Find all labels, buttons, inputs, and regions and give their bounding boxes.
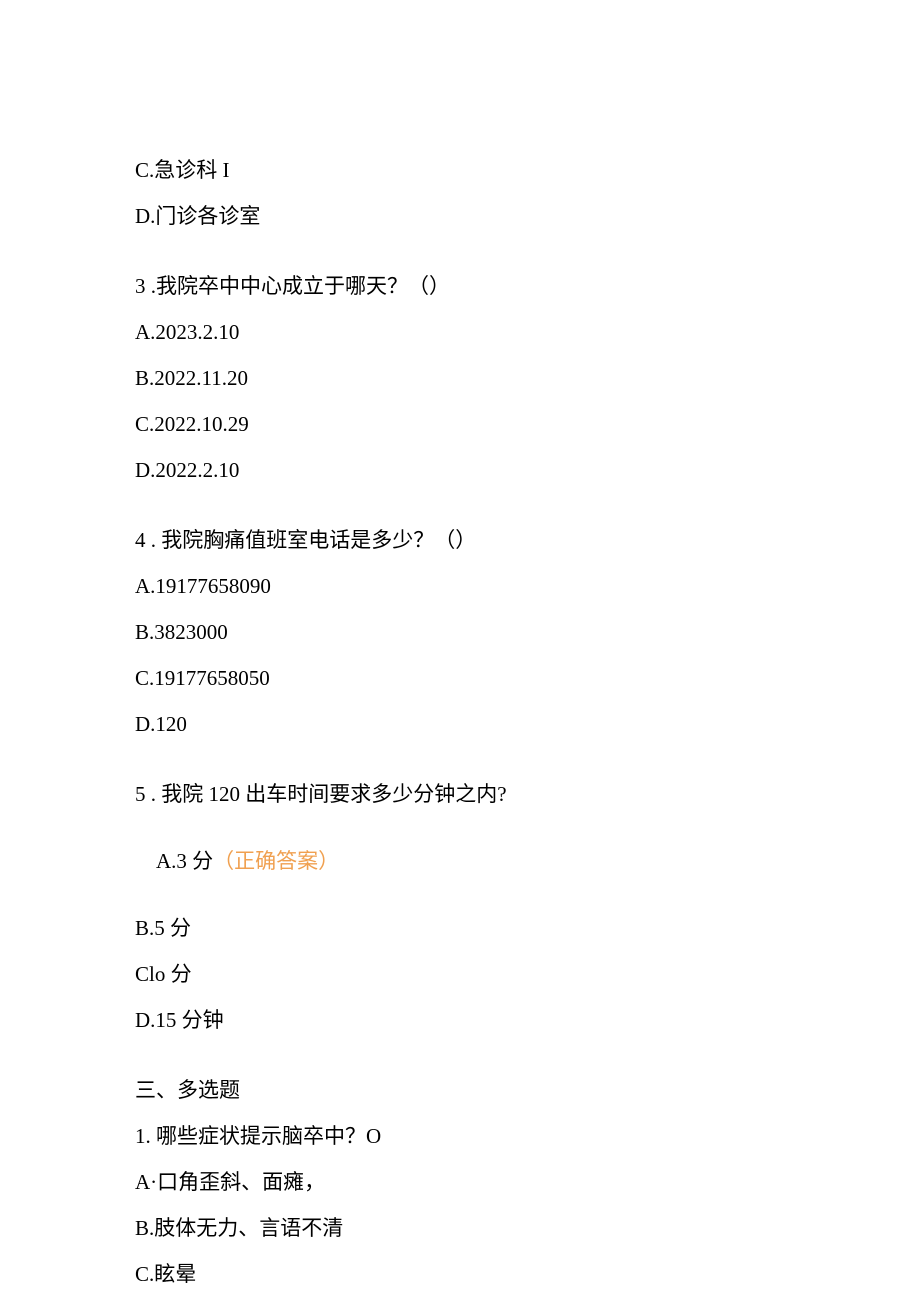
q3-stem: 3 .我院卒中中心成立于哪天？（）	[135, 276, 785, 297]
q5-option-c: Clo 分	[135, 964, 785, 985]
section3-heading: 三、多选题	[135, 1080, 785, 1101]
page: C.急诊科 I D.门诊各诊室 3 .我院卒中中心成立于哪天？（） A.2023…	[0, 0, 920, 1301]
s3-q1-option-b: B.肢体无力、言语不清	[135, 1218, 785, 1239]
q4-option-b: B.3823000	[135, 622, 785, 643]
q5-option-a: A.3 分（正确答案）	[135, 830, 785, 893]
s3-q1-option-a: A·口角歪斜、面瘫，	[135, 1172, 785, 1193]
spacer	[135, 760, 785, 784]
q5-option-b: B.5 分	[135, 918, 785, 939]
q4-option-d: D.120	[135, 714, 785, 735]
q5-option-a-text: A.3 分	[156, 849, 213, 873]
q3-option-b: B.2022.11.20	[135, 368, 785, 389]
q3-option-c: C.2022.10.29	[135, 414, 785, 435]
s3-q1-option-c: C.眩晕	[135, 1264, 785, 1285]
q4-option-a: A.19177658090	[135, 576, 785, 597]
q2-option-d: D.门诊各诊室	[135, 206, 785, 227]
spacer	[135, 252, 785, 276]
s3-q1-stem: 1. 哪些症状提示脑卒中？O	[135, 1126, 785, 1147]
q3-option-a: A.2023.2.10	[135, 322, 785, 343]
q5-stem: 5 . 我院 120 出车时间要求多少分钟之内?	[135, 784, 785, 805]
correct-answer-label: （正确答案）	[213, 849, 339, 873]
q3-option-d: D.2022.2.10	[135, 460, 785, 481]
q2-option-c: C.急诊科 I	[135, 160, 785, 181]
spacer	[135, 1056, 785, 1080]
q4-stem: 4 . 我院胸痛值班室电话是多少？（）	[135, 530, 785, 551]
spacer	[135, 506, 785, 530]
q5-option-d: D.15 分钟	[135, 1010, 785, 1031]
q4-option-c: C.19177658050	[135, 668, 785, 689]
